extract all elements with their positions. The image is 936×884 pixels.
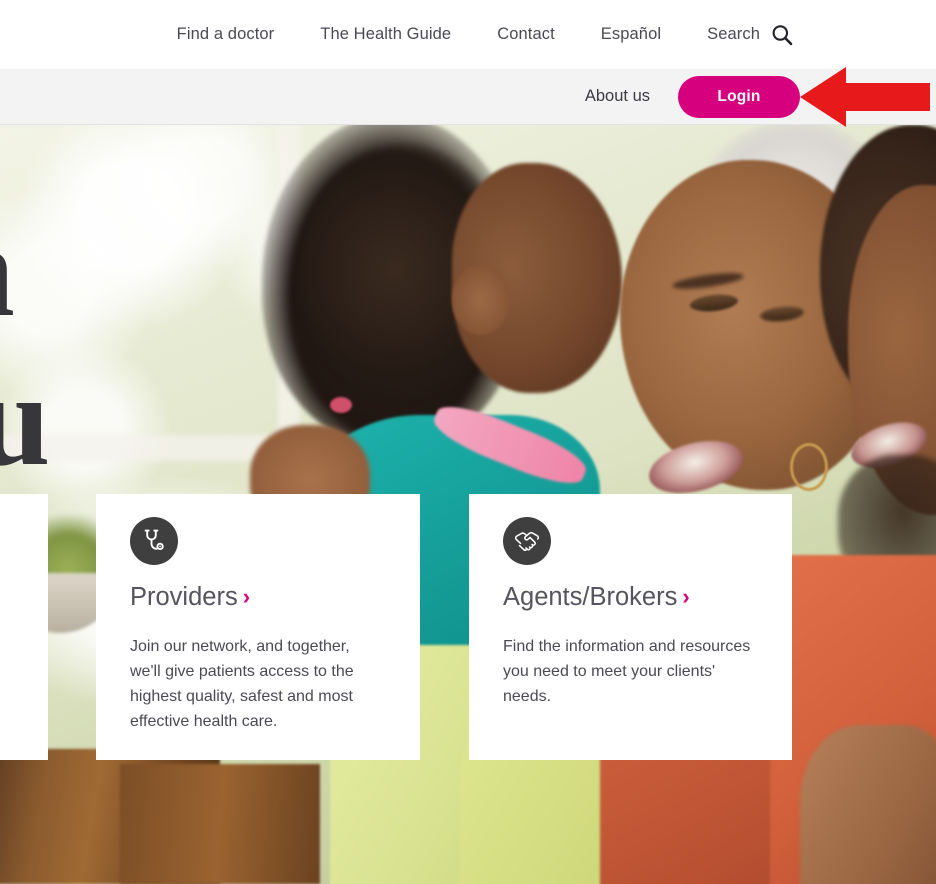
nav-link-contact[interactable]: Contact xyxy=(474,0,578,69)
secondary-navigation-items: About us Login xyxy=(585,69,800,124)
nav-link-the-health-guide[interactable]: The Health Guide xyxy=(297,0,474,69)
card-agents-brokers[interactable]: Agents/Brokers › Find the information and… xyxy=(469,494,792,760)
annotation-arrow-left-icon xyxy=(800,65,930,129)
handshake-icon xyxy=(503,517,551,565)
search-icon[interactable] xyxy=(770,23,794,47)
chevron-right-icon: › xyxy=(682,584,690,609)
primary-navigation-bar: Find a doctor The Health Guide Contact E… xyxy=(0,0,936,69)
wooden-table-second xyxy=(120,764,320,884)
audience-cards-row: Providers › Join our network, and togethe… xyxy=(0,494,936,762)
chevron-right-icon: › xyxy=(242,584,251,609)
card-providers[interactable]: Providers › Join our network, and togethe… xyxy=(96,494,420,760)
secondary-navigation-bar: About us Login xyxy=(0,69,936,125)
card-providers-title-text: Providers xyxy=(130,583,238,611)
page-root: in ou Providers› xyxy=(0,0,936,884)
nav-link-espanol[interactable]: Español xyxy=(578,0,684,69)
card-providers-title[interactable]: Providers › xyxy=(130,583,250,612)
nav-link-about-us[interactable]: About us xyxy=(585,87,660,106)
card-agents-brokers-title[interactable]: Agents/Brokers › xyxy=(503,583,690,612)
card-agents-brokers-title-text: Agents/Brokers xyxy=(503,583,678,611)
fingernail-detail xyxy=(330,397,352,413)
card-providers-body: Join our network, and together, we'll gi… xyxy=(130,638,354,730)
card-agents-brokers-body: Find the information and resources you n… xyxy=(503,638,751,705)
card-partial-offscreen[interactable] xyxy=(0,494,48,760)
stethoscope-icon xyxy=(130,517,178,565)
nav-link-search[interactable]: Search xyxy=(684,0,770,69)
toddler-ear xyxy=(452,265,510,335)
login-button[interactable]: Login xyxy=(678,75,800,118)
grandmother-earring xyxy=(790,443,828,491)
primary-navigation-links: Find a doctor The Health Guide Contact E… xyxy=(154,0,794,69)
nav-link-find-a-doctor[interactable]: Find a doctor xyxy=(154,0,298,69)
